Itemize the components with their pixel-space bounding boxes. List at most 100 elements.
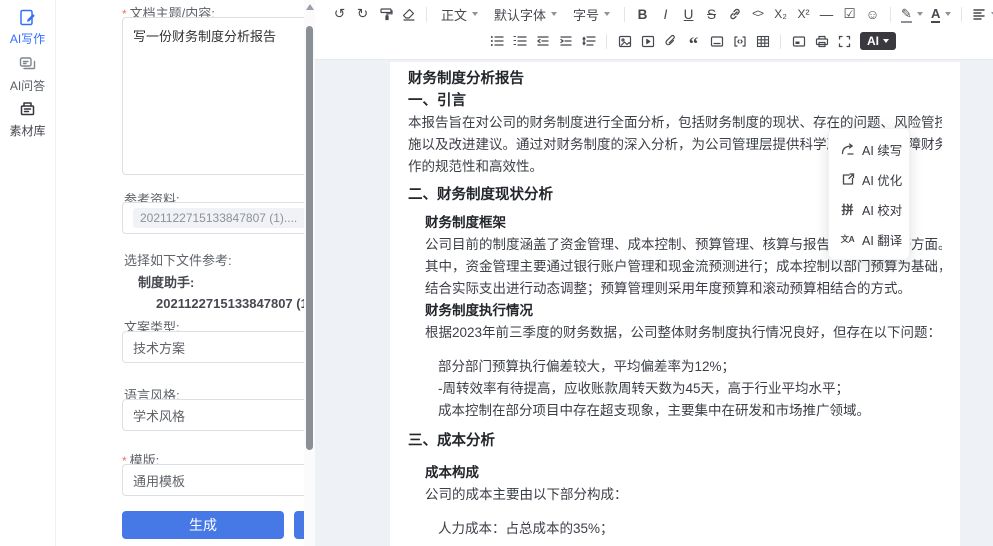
strikethrough-button[interactable]: S xyxy=(700,3,723,25)
template-value: 通用模板 xyxy=(133,471,185,490)
doc-heading: 一、引言 xyxy=(408,90,942,112)
editor-area: ↺ ↻ 正文 默认字体 字号 B I U xyxy=(315,0,993,546)
todo-checkbox-icon[interactable]: ☑ xyxy=(838,3,861,25)
fullscreen-icon[interactable] xyxy=(833,30,856,52)
caret-down-icon xyxy=(883,39,889,43)
copy-type-value: 技术方案 xyxy=(133,338,185,357)
translate-icon: 文A xyxy=(840,232,855,247)
emoji-icon[interactable]: ☺ xyxy=(861,3,884,25)
bold-button[interactable]: B xyxy=(631,3,654,25)
doc-paragraph-line: 公司的成本主要由以下部分构成： xyxy=(408,484,942,506)
clear-format-eraser-icon[interactable] xyxy=(397,3,420,25)
doc-title: 财务制度分析报告 xyxy=(408,68,942,90)
italic-button[interactable]: I xyxy=(654,3,677,25)
attachment-icon[interactable] xyxy=(659,30,682,52)
toolbar-divider xyxy=(606,34,607,49)
ordered-list-icon[interactable] xyxy=(508,30,531,52)
toolbar-divider xyxy=(890,7,891,22)
panel-scrollbar xyxy=(304,0,315,546)
menu-item-ai-translate[interactable]: 文A AI 翻译 xyxy=(829,224,909,254)
undo-icon[interactable]: ↺ xyxy=(328,3,351,25)
insert-video-icon[interactable] xyxy=(636,30,659,52)
subscript-button[interactable]: X₂ xyxy=(769,3,792,25)
selected-file-name: 2021122715133847807 (1).... xyxy=(156,296,327,311)
proofread-icon: 拼 xyxy=(840,202,855,217)
menu-item-label: AI 翻译 xyxy=(862,230,902,249)
scroll-up-arrow[interactable] xyxy=(306,4,314,10)
ai-tools-menu: AI 续写 AI 优化 拼 AI 校对 文A AI 翻译 xyxy=(828,128,910,260)
font-size-dropdown[interactable]: 字号 xyxy=(565,5,618,24)
caret-down-icon xyxy=(945,12,951,16)
toolbar-divider xyxy=(961,7,962,22)
writing-form-panel: *文档主题/内容: 写一份财务制度分析报告 参考资料: 202112271513… xyxy=(56,0,304,546)
align-left-icon xyxy=(972,8,986,20)
print-icon[interactable] xyxy=(810,30,833,52)
sidebar-item-label: 素材库 xyxy=(9,124,45,138)
insert-table-icon[interactable] xyxy=(751,30,774,52)
continue-writing-icon xyxy=(840,142,855,157)
ai-tools-button[interactable]: AI xyxy=(860,32,896,50)
toolbar-divider xyxy=(624,7,625,22)
menu-item-label: AI 优化 xyxy=(862,170,902,189)
ai-write-icon xyxy=(0,8,55,28)
menu-item-label: AI 续写 xyxy=(862,140,902,159)
caret-down-icon xyxy=(604,12,610,16)
menu-item-ai-proofread[interactable]: 拼 AI 校对 xyxy=(829,194,909,224)
doc-list-item: 人力成本：占总成本的35%； xyxy=(408,518,942,540)
doc-heading: 三、成本分析 xyxy=(408,430,942,452)
editor-canvas: 财务制度分析报告 一、引言 本报告旨在对公司的财务制度进行全面分析，包括财务制度… xyxy=(315,60,993,546)
indent-icon[interactable] xyxy=(554,30,577,52)
align-dropdown[interactable] xyxy=(968,8,993,20)
line-height-icon[interactable] xyxy=(577,30,600,52)
outdent-icon[interactable] xyxy=(531,30,554,52)
doc-subheading: 财务制度执行情况 xyxy=(408,300,942,322)
blockquote-icon[interactable]: “ xyxy=(682,26,705,56)
material-library-icon xyxy=(0,100,55,120)
menu-item-ai-continue[interactable]: AI 续写 xyxy=(829,134,909,164)
doc-list-item: 部分部门预算执行偏差较大，平均偏差率为12%； xyxy=(408,356,942,378)
toolbar-divider xyxy=(426,7,427,22)
assistant-label: 制度助手: xyxy=(138,272,194,291)
caret-down-icon xyxy=(917,12,923,16)
underline-button[interactable]: U xyxy=(677,3,700,25)
optimize-icon xyxy=(840,172,855,187)
editor-toolbar: ↺ ↻ 正文 默认字体 字号 B I U xyxy=(315,0,993,60)
select-files-label: 选择如下文件参考: xyxy=(124,250,232,269)
ai-qa-icon xyxy=(0,55,55,75)
reference-file-tag: 2021122715133847807 (1).... × xyxy=(133,208,318,228)
doc-list-item: -周转效率有待提高，应收账款周转天数为45天，高于行业平均水平； xyxy=(408,378,942,400)
menu-item-ai-optimize[interactable]: AI 优化 xyxy=(829,164,909,194)
doc-list-item: 成本控制在部分项目中存在超支现象，主要集中在研发和市场推广领域。 xyxy=(408,400,942,422)
reference-file-tag-text: 2021122715133847807 (1).... xyxy=(140,211,297,225)
paragraph-style-dropdown[interactable]: 正文 xyxy=(433,5,486,24)
superscript-button[interactable]: X² xyxy=(792,3,815,25)
caret-down-icon xyxy=(472,12,478,16)
ai-writing-app: AI写作 AI问答 素材库 *文档主题 xyxy=(0,0,993,546)
generate-button[interactable]: 生成 xyxy=(122,511,284,539)
doc-paragraph-line: 结合实际支出进行动态调整；预算管理则采用年度预算和滚动预算相结合的方式。 xyxy=(408,278,942,300)
bullet-list-icon[interactable] xyxy=(485,30,508,52)
horizontal-rule-icon[interactable]: — xyxy=(815,3,838,25)
highlight-color-dropdown[interactable]: ✎ xyxy=(897,6,927,23)
sidebar-item-label: AI问答 xyxy=(10,79,45,93)
sidebar-item-material-library[interactable]: 素材库 xyxy=(0,100,55,140)
font-family-dropdown[interactable]: 默认字体 xyxy=(486,5,565,24)
inline-code-icon[interactable]: <> xyxy=(746,3,769,25)
menu-item-label: AI 校对 xyxy=(862,200,902,219)
caret-down-icon xyxy=(551,12,557,16)
language-style-value: 学术风格 xyxy=(133,406,185,425)
format-painter-icon[interactable] xyxy=(374,3,397,25)
code-block-icon[interactable] xyxy=(728,30,751,52)
doc-paragraph-line: 根据2023年前三季度的财务数据，公司整体财务制度执行情况良好，但存在以下问题： xyxy=(408,322,942,344)
insert-image-icon[interactable] xyxy=(613,30,636,52)
sidebar-item-ai-qa[interactable]: AI问答 xyxy=(0,55,55,95)
scrollbar-thumb[interactable] xyxy=(306,26,313,450)
link-icon[interactable] xyxy=(723,3,746,25)
redo-icon[interactable]: ↻ xyxy=(351,3,374,25)
toolbar-divider xyxy=(780,34,781,49)
toolbar-row-2: “ xyxy=(315,28,993,54)
embed-window-icon[interactable] xyxy=(787,30,810,52)
sidebar-item-ai-write[interactable]: AI写作 xyxy=(0,8,55,48)
divider-block-icon[interactable] xyxy=(705,30,728,52)
font-color-dropdown[interactable]: A xyxy=(927,6,955,23)
